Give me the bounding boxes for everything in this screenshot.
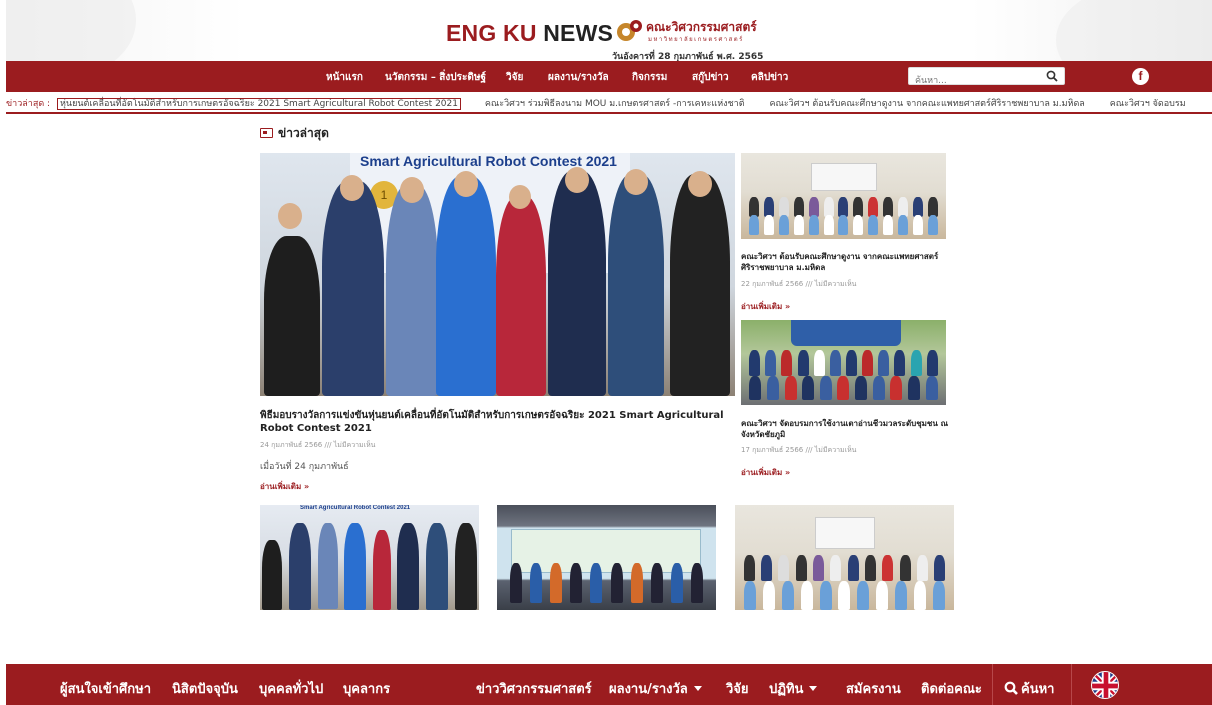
ticker-item[interactable]: คณะวิศวฯ ต้อนรับคณะศึกษาดูงาน จากคณะแพทย… (769, 99, 1084, 109)
footer-divider (1071, 664, 1072, 705)
photo-crowd (749, 215, 938, 235)
photo-sign-text: Smart Agricultural Robot Contest 2021 (300, 505, 411, 511)
featured-photo[interactable]: Smart Agricultural Robot Contest 2021 1 (260, 153, 735, 396)
newspaper-icon (260, 128, 273, 138)
photo-person (548, 171, 606, 396)
nav-awards[interactable]: ผลงาน/รางวัล (548, 70, 609, 85)
top-navigation-bar: หน้าแรก นวัตกรรม – สิ่งประดิษฐ์ วิจัย ผล… (6, 61, 1212, 92)
current-date: วันอังคารที่ 28 กุมภาพันธ์ พ.ศ. 2565 (612, 52, 764, 61)
section-title: ข่าวล่าสุด (260, 124, 329, 143)
featured-title[interactable]: พิธีมอบรางวัลการแข่งขันหุ่นยนต์เคลื่อนที… (260, 409, 730, 435)
side-card-title[interactable]: คณะวิศวฯ จัดอบรมการใช้งานเตาอ่านชีวมวลระ… (741, 418, 949, 440)
footer-search-button[interactable]: ค้นหา (1004, 678, 1054, 699)
footer-nav-jobs[interactable]: สมัครงาน (846, 678, 901, 699)
chevron-down-icon (693, 686, 702, 691)
photo-person-head (454, 171, 478, 197)
search-icon[interactable] (1046, 70, 1058, 82)
university-name: มหาวิทยาลัยเกษตรศาสตร์ (648, 36, 744, 43)
featured-meta: 24 กุมภาพันธ์ 2566 /// ไม่มีความเห็น (260, 441, 376, 449)
footer-nav-current-students[interactable]: นิสิตปัจจุบัน (172, 678, 238, 699)
footer-nav-research[interactable]: วิจัย (726, 678, 749, 699)
photo-person-head (278, 203, 302, 229)
photo-person-head (688, 171, 712, 197)
footer-nav-calendar[interactable]: ปฏิทิน (769, 678, 818, 699)
side-card-meta: 17 กุมภาพันธ์ 2566 /// ไม่มีความเห็น (741, 446, 857, 454)
news-ticker: ข่าวล่าสุด : หุ่นยนต์เคลื่อนที่อัตโนมัติ… (6, 92, 1212, 114)
photo-person (670, 174, 730, 396)
footer-nav-engineering-news[interactable]: ข่าววิศวกรรมศาสตร์ (476, 678, 592, 699)
photo-crowd (749, 376, 938, 400)
photo-crowd (749, 197, 938, 217)
facebook-icon[interactable]: f (1132, 68, 1149, 85)
ticker-item[interactable]: คณะวิศวฯ จัดอบรม (1110, 99, 1186, 109)
thumbnail-photo[interactable] (735, 505, 954, 610)
footer-nav-general-public[interactable]: บุคคลทั่วไป (259, 678, 323, 699)
uk-flag-icon[interactable] (1091, 671, 1119, 699)
ticker-item[interactable]: คณะวิศวฯ ร่วมพิธีลงนาม MOU ม.เกษตรศาสตร์… (485, 99, 745, 109)
nav-news-scoop[interactable]: สกู๊ปข่าว (692, 70, 729, 85)
nav-innovation[interactable]: นวัตกรรม – สิ่งประดิษฐ์ (385, 70, 486, 85)
photo-crowd (262, 523, 477, 610)
site-title-news: NEWS (543, 20, 614, 46)
photo-crowd (743, 581, 946, 610)
footer-navigation-bar: ผู้สนใจเข้าศึกษา นิสิตปัจจุบัน บุคคลทั่ว… (6, 664, 1212, 705)
search-icon (1004, 681, 1018, 695)
photo-projector-screen (811, 163, 877, 191)
thumbnail-photo[interactable] (497, 505, 716, 610)
side-card-title[interactable]: คณะวิศวฯ ต้อนรับคณะศึกษาดูงาน จากคณะแพทย… (741, 251, 949, 273)
footer-search-label: ค้นหา (1021, 682, 1055, 697)
photo-person (436, 176, 496, 396)
banner-decoration (6, 0, 136, 61)
faculty-gear-logo-icon (617, 20, 642, 41)
photo-person-head (340, 175, 364, 201)
site-title[interactable]: ENG KU NEWS (446, 20, 613, 47)
photo-person (322, 181, 384, 396)
photo-projector-screen (815, 517, 875, 549)
side-card-read-more-link[interactable]: อ่านเพิ่มเติม » (741, 300, 790, 313)
header-banner: ENG KU NEWS คณะวิศวกรรมศาสตร์ มหาวิทยาลั… (6, 0, 1212, 61)
nav-news-clips[interactable]: คลิปข่าว (751, 70, 788, 85)
footer-nav-calendar-label: ปฏิทิน (769, 682, 804, 697)
side-card-photo[interactable] (741, 320, 946, 405)
photo-tent (791, 320, 901, 346)
nav-home[interactable]: หน้าแรก (326, 70, 363, 85)
photo-person-head (624, 169, 648, 195)
photo-crowd (749, 350, 938, 376)
photo-person (608, 174, 664, 396)
photo-crowd (743, 555, 946, 581)
footer-nav-staff[interactable]: บุคลากร (343, 678, 390, 699)
photo-person (264, 236, 320, 396)
photo-person (386, 184, 438, 396)
header-search-input[interactable] (909, 73, 1039, 89)
photo-person-head (509, 185, 531, 209)
photo-person (496, 196, 546, 396)
photo-person-head (400, 177, 424, 203)
photo-crowd (510, 563, 703, 603)
site-title-eng-ku: ENG KU (446, 20, 537, 46)
side-card-read-more-link[interactable]: อ่านเพิ่มเติม » (741, 466, 790, 479)
ticker-track: หุ่นยนต์เคลื่อนที่อัตโนมัติสำหรับการเกษต… (57, 96, 1208, 110)
chevron-down-icon (809, 686, 818, 691)
featured-read-more-link[interactable]: อ่านเพิ่มเติม » (260, 480, 309, 493)
side-card-meta: 22 กุมภาพันธ์ 2566 /// ไม่มีความเห็น (741, 280, 857, 288)
featured-excerpt: เมื่อวันที่ 24 กุมภาพันธ์ (260, 462, 349, 472)
header-search-box (908, 67, 1065, 89)
photo-person-head (565, 167, 589, 193)
nav-activities[interactable]: กิจกรรม (632, 70, 667, 85)
section-title-text: ข่าวล่าสุด (278, 126, 329, 140)
footer-nav-prospective-students[interactable]: ผู้สนใจเข้าศึกษา (60, 678, 151, 699)
ticker-label: ข่าวล่าสุด : (6, 96, 53, 110)
ticker-item[interactable]: หุ่นยนต์เคลื่อนที่อัตโนมัติสำหรับการเกษต… (57, 98, 461, 110)
banner-decoration (1056, 0, 1212, 61)
side-card-photo[interactable] (741, 153, 946, 239)
footer-nav-contact[interactable]: ติดต่อคณะ (921, 678, 982, 699)
footer-nav-awards-label: ผลงาน/รางวัล (609, 682, 688, 697)
thumbnail-photo[interactable]: Smart Agricultural Robot Contest 2021 (260, 505, 479, 610)
footer-divider (992, 664, 993, 705)
footer-nav-awards[interactable]: ผลงาน/รางวัล (609, 678, 702, 699)
nav-research[interactable]: วิจัย (506, 70, 523, 85)
